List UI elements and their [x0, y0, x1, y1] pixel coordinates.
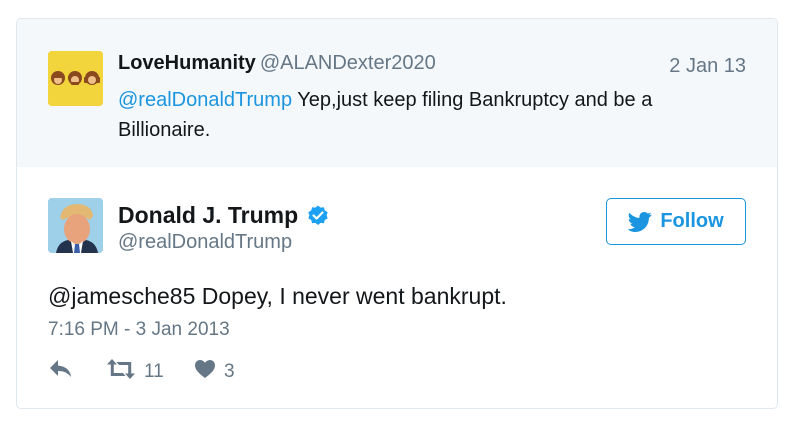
embedded-tweet-card: LoveHumanity @ALANDexter2020 2 Jan 13 @re…	[16, 18, 778, 409]
author-avatar[interactable]	[48, 198, 103, 253]
reply-user-handle[interactable]: @ALANDexter2020	[260, 52, 436, 74]
reply-arrow-icon	[48, 358, 74, 386]
reply-user-avatar[interactable]	[48, 51, 103, 106]
author-name-line[interactable]: Donald J. Trump	[118, 202, 330, 229]
reply-button[interactable]	[48, 358, 106, 386]
reply-date[interactable]: 2 Jan 13	[669, 55, 746, 78]
like-count: 3	[224, 361, 235, 382]
portrait-avatar-icon	[48, 198, 103, 253]
monkeys-avatar-icon	[48, 51, 103, 106]
follow-label: Follow	[660, 210, 724, 232]
reply-display-name[interactable]: LoveHumanity	[118, 52, 256, 74]
like-button[interactable]: 3	[194, 359, 235, 385]
verified-badge-icon	[306, 204, 330, 228]
reply-mention-link[interactable]: @realDonaldTrump	[118, 89, 292, 111]
tweet-actions: 11 3	[48, 359, 235, 385]
reply-text: @realDonaldTrump Yep,just keep filing Ba…	[118, 85, 738, 145]
reply-user-name-line[interactable]: LoveHumanity @ALANDexter2020	[118, 52, 436, 75]
tweet-timestamp[interactable]: 7:16 PM - 3 Jan 2013	[48, 319, 230, 341]
quoted-reply-tweet[interactable]: LoveHumanity @ALANDexter2020 2 Jan 13 @re…	[17, 19, 777, 167]
retweet-button[interactable]: 11	[106, 358, 194, 386]
twitter-bird-icon	[628, 211, 652, 232]
follow-button[interactable]: Follow	[606, 198, 746, 245]
retweet-icon	[106, 358, 136, 386]
retweet-count: 11	[144, 361, 164, 382]
tweet-text: @jamesche85 Dopey, I never went bankrupt…	[48, 283, 507, 309]
author-display-name[interactable]: Donald J. Trump	[118, 202, 298, 229]
author-handle[interactable]: @realDonaldTrump	[118, 231, 292, 254]
heart-icon	[194, 359, 216, 385]
